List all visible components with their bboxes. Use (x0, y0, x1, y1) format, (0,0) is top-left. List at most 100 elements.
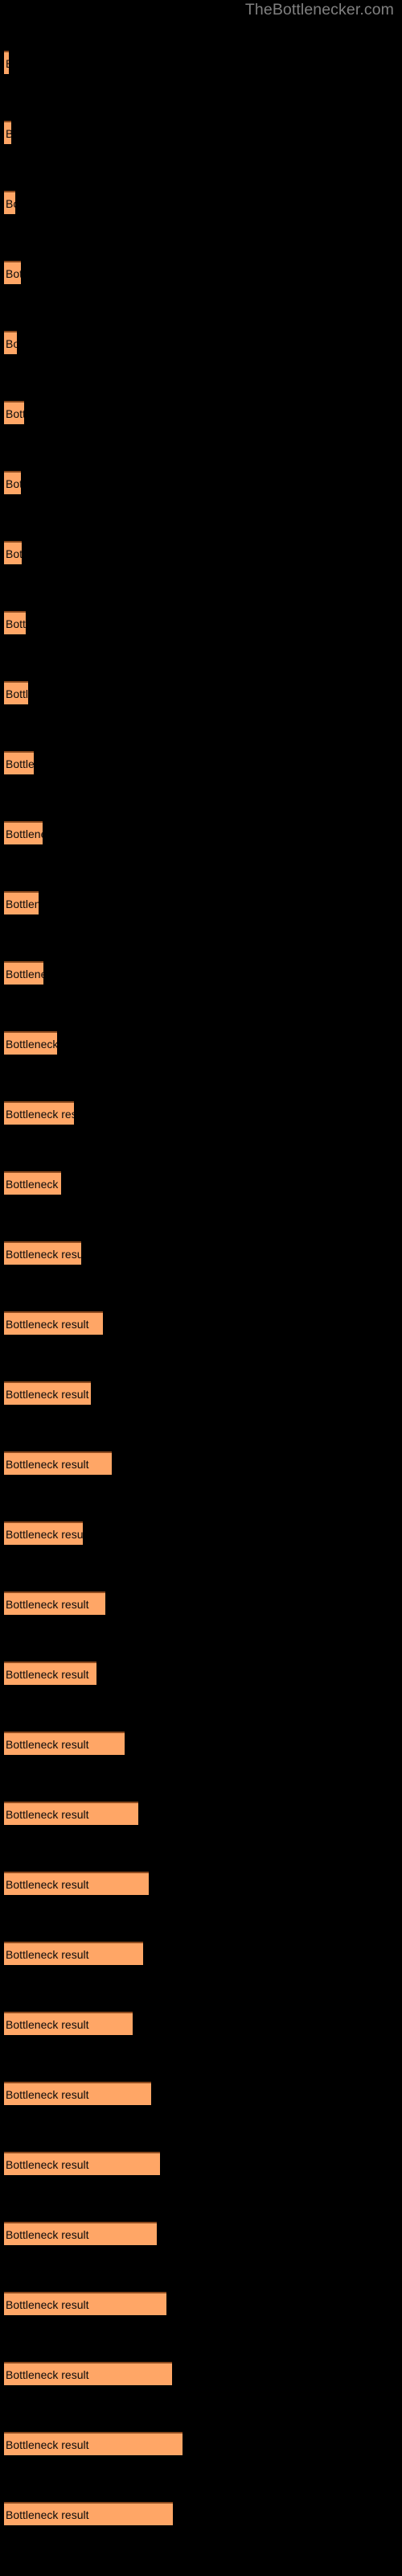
bar: Bottleneck result (4, 1311, 103, 1335)
bar-row: Bottleneck result (0, 1732, 402, 1755)
bar: Bottleneck result (4, 2222, 157, 2245)
bar-label: Bottleneck result (6, 1247, 81, 1261)
bar-label: Bottleneck result (6, 1527, 83, 1541)
bar: Bottleneck result (4, 2082, 151, 2105)
bar-label: Bottleneck result (6, 1877, 89, 1891)
bar: Bottleneck result (4, 1591, 105, 1615)
bar: Bottleneck result (4, 121, 11, 144)
bar-row: Bottleneck result (0, 2292, 402, 2315)
bar-row: Bottleneck result (0, 1381, 402, 1405)
bar-row: Bottleneck result (0, 1031, 402, 1055)
bottleneck-bar-chart: Bottleneck result Bottleneck result Bottle… (0, 0, 402, 2576)
bar-row: Bottleneck result (0, 261, 402, 284)
bar-label: Bottleneck result (6, 2508, 89, 2521)
bar-label: Bottleneck result (6, 2438, 89, 2451)
bar-label: Bottleneck result (6, 1317, 89, 1331)
bar: Bottleneck result (4, 1031, 57, 1055)
bar-row: Bottleneck result (0, 2012, 402, 2035)
bar-row: Bottleneck result (0, 681, 402, 704)
page-root: TheBottlenecker.com Bottleneck resultBot… (0, 0, 402, 2576)
bar: Bottleneck result (4, 1101, 74, 1125)
bar-row: Bottleneck result (0, 331, 402, 354)
bar-label: Bottleneck result (6, 336, 17, 350)
bar: Bottleneck result (4, 1732, 125, 1755)
bar: Bottleneck result (4, 2292, 166, 2315)
bar: Bottleneck result (4, 1662, 96, 1685)
bar-label: Bottleneck result (6, 1037, 57, 1051)
bar: Bottleneck result (4, 2012, 133, 2035)
bar-row: Bottleneck result (0, 191, 402, 214)
bar-label: Bottleneck result (6, 967, 43, 980)
bar-label: Bottleneck result (6, 57, 9, 70)
bar-row: Bottleneck result (0, 2362, 402, 2385)
bar-label: Bottleneck result (6, 827, 43, 840)
bar-row: Bottleneck result (0, 1802, 402, 1825)
bar: Bottleneck result (4, 1802, 138, 1825)
bar-label: Bottleneck result (6, 127, 11, 140)
bar-label: Bottleneck result (6, 196, 15, 210)
bar: Bottleneck result (4, 401, 24, 424)
bar: Bottleneck result (4, 2152, 160, 2175)
bar: Bottleneck result (4, 1521, 83, 1545)
bar-row: Bottleneck result (0, 1241, 402, 1265)
bar: Bottleneck result (4, 1171, 61, 1195)
bar-row: Bottleneck result (0, 1451, 402, 1475)
bar-row: Bottleneck result (0, 1171, 402, 1195)
bar-row: Bottleneck result (0, 1311, 402, 1335)
bar-row: Bottleneck result (0, 2502, 402, 2525)
bar-label: Bottleneck result (6, 1737, 89, 1751)
bar: Bottleneck result (4, 51, 9, 74)
bar-label: Bottleneck result (6, 617, 26, 630)
bar-row: Bottleneck result (0, 1591, 402, 1615)
bar: Bottleneck result (4, 331, 17, 354)
bar: Bottleneck result (4, 751, 34, 774)
bar-label: Bottleneck result (6, 1387, 89, 1401)
bar-row: Bottleneck result (0, 121, 402, 144)
bar-row: Bottleneck result (0, 611, 402, 634)
bar-label: Bottleneck result (6, 687, 28, 700)
bar: Bottleneck result (4, 611, 26, 634)
bar-row: Bottleneck result (0, 2432, 402, 2455)
bar: Bottleneck result (4, 1381, 91, 1405)
bar-label: Bottleneck result (6, 1457, 89, 1471)
bar: Bottleneck result (4, 2432, 183, 2455)
bar: Bottleneck result (4, 1241, 81, 1265)
bar: Bottleneck result (4, 1451, 112, 1475)
bar-label: Bottleneck result (6, 1667, 89, 1681)
bar-label: Bottleneck result (6, 547, 22, 560)
bar: Bottleneck result (4, 2502, 173, 2525)
bar-row: Bottleneck result (0, 2152, 402, 2175)
bar-label: Bottleneck result (6, 2227, 89, 2241)
bar: Bottleneck result (4, 261, 21, 284)
bar-label: Bottleneck result (6, 897, 39, 910)
bar: Bottleneck result (4, 681, 28, 704)
bar-label: Bottleneck result (6, 2368, 89, 2381)
bar: Bottleneck result (4, 191, 15, 214)
bar-row: Bottleneck result (0, 401, 402, 424)
bar-label: Bottleneck result (6, 1177, 61, 1191)
bar-label: Bottleneck result (6, 1947, 89, 1961)
bar: Bottleneck result (4, 471, 21, 494)
bar-row: Bottleneck result (0, 891, 402, 914)
bar-label: Bottleneck result (6, 2017, 89, 2031)
bar: Bottleneck result (4, 821, 43, 844)
bar: Bottleneck result (4, 541, 22, 564)
bar-row: Bottleneck result (0, 51, 402, 74)
bar-row: Bottleneck result (0, 541, 402, 564)
bar: Bottleneck result (4, 961, 43, 985)
bar-label: Bottleneck result (6, 2087, 89, 2101)
bar-label: Bottleneck result (6, 1107, 74, 1121)
bar-row: Bottleneck result (0, 961, 402, 985)
bar-label: Bottleneck result (6, 407, 24, 420)
bar: Bottleneck result (4, 891, 39, 914)
bar-label: Bottleneck result (6, 2157, 89, 2171)
bar-row: Bottleneck result (0, 821, 402, 844)
bar: Bottleneck result (4, 2362, 172, 2385)
bar-row: Bottleneck result (0, 2082, 402, 2105)
bar-row: Bottleneck result (0, 1662, 402, 1685)
bar-label: Bottleneck result (6, 477, 21, 490)
bar: Bottleneck result (4, 1872, 149, 1895)
bar-label: Bottleneck result (6, 1597, 89, 1611)
bar-row: Bottleneck result (0, 751, 402, 774)
bar-row: Bottleneck result (0, 2222, 402, 2245)
